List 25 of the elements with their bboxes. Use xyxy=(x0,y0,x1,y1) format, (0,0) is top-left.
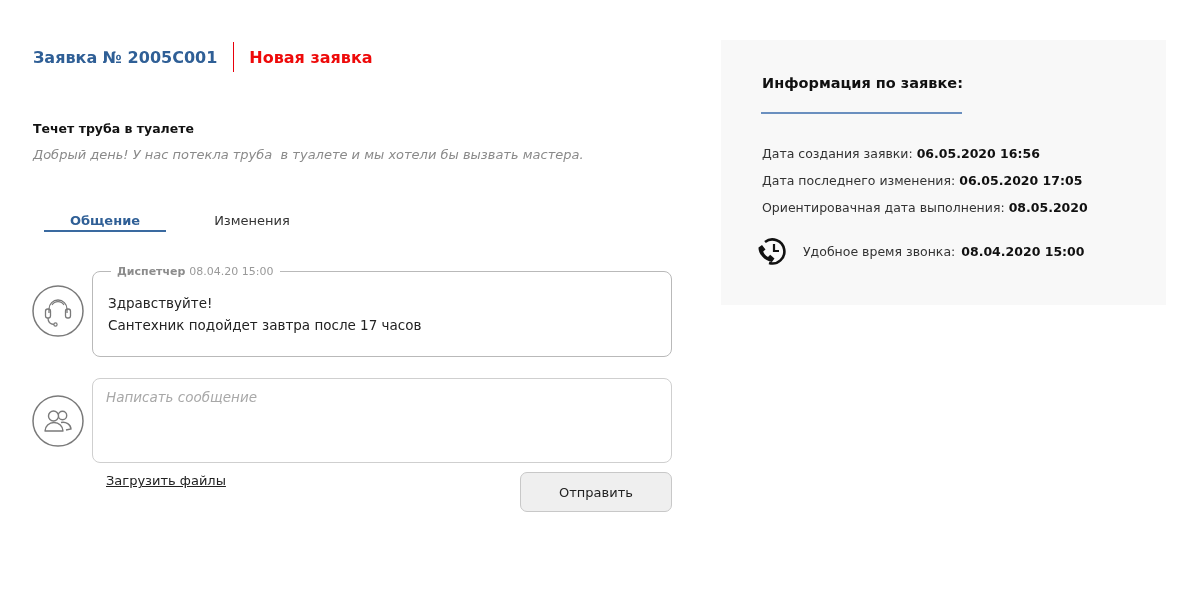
tab[interactable]: Общение xyxy=(44,210,166,232)
request-number: Заявка № 2005C001 xyxy=(33,47,218,67)
headset-icon xyxy=(32,285,84,337)
info-label: Удобное время звонка: xyxy=(803,243,956,259)
info-value: 08.05.2020 xyxy=(1008,200,1088,215)
info-value: 06.05.2020 16:56 xyxy=(916,146,1040,161)
phone-clock-icon xyxy=(756,236,788,266)
message-input[interactable]: Написать сообщение xyxy=(92,378,672,463)
info-label: Дата создания заявки: xyxy=(762,146,913,161)
message-time: 08.04.20 15:00 xyxy=(189,265,274,278)
request-status: Новая заявка xyxy=(249,47,373,67)
issue-description: Добрый день! У нас потекла труба в туалете и мы хотели бы вызвать мастера. xyxy=(33,147,585,162)
info-label: Дата последнего изменения: xyxy=(762,173,956,188)
send-button[interactable]: Отправить xyxy=(520,472,672,512)
issue-title: Течет труба в туалете xyxy=(33,121,195,136)
info-value: 08.04.2020 15:00 xyxy=(961,243,1085,259)
users-icon xyxy=(32,394,84,447)
info-value: 06.05.2020 17:05 xyxy=(959,173,1083,188)
info-title: Информация по заявке: xyxy=(762,75,964,91)
tab[interactable]: Изменения xyxy=(191,210,313,232)
message-author: Диспетчер xyxy=(117,265,186,278)
message-text: Сантехник подойдет завтра после 17 часов xyxy=(108,316,423,335)
info-label: Ориентировачная дата выполнения: xyxy=(762,200,1005,215)
message-text: Здравствуйте! xyxy=(108,294,214,313)
upload-files-link[interactable]: Загрузить файлы xyxy=(106,473,226,488)
